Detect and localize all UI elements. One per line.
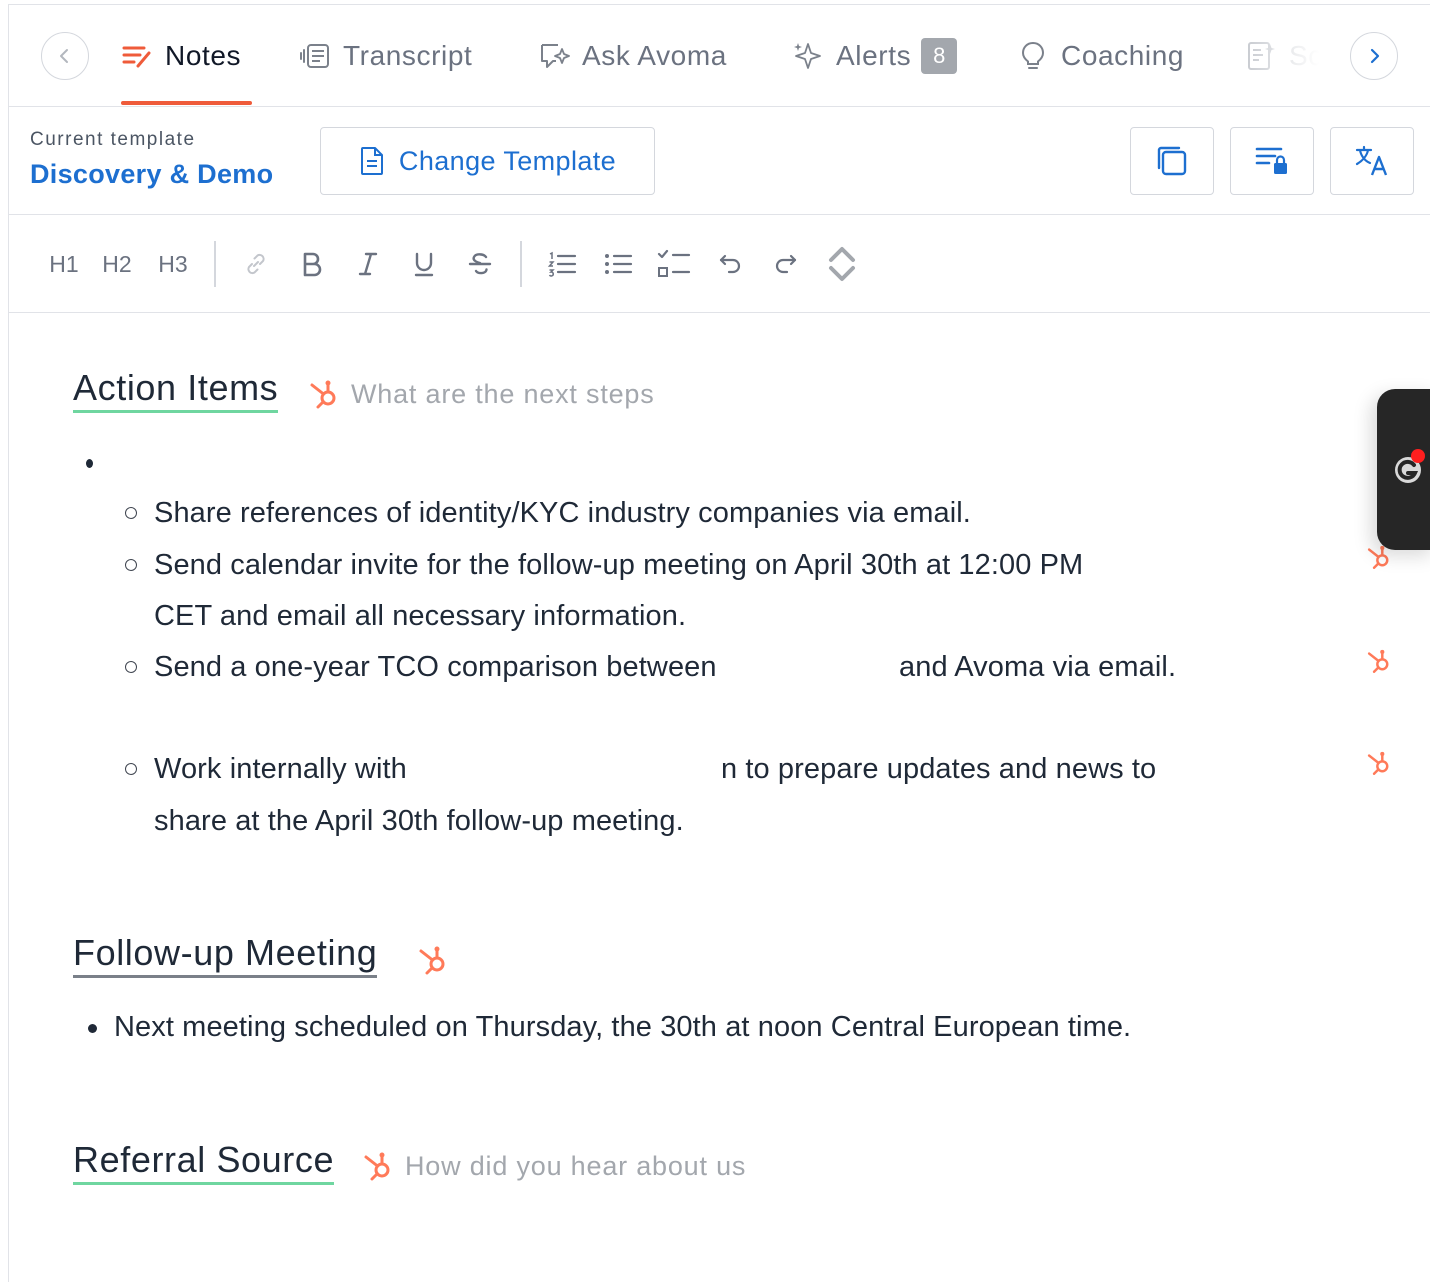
redo-icon <box>775 254 797 274</box>
referral-source-hint: How did you hear about us <box>405 1151 747 1181</box>
list-bullet <box>88 1024 97 1033</box>
action-item-3-part-2: and Avoma via email. <box>899 651 1177 683</box>
hubspot-icon <box>364 1152 390 1181</box>
expand-collapse-icon <box>829 247 855 281</box>
tabs-prev-button[interactable] <box>41 32 89 80</box>
tabs-fade-overlay <box>1239 25 1339 85</box>
list-bullet <box>125 507 137 519</box>
current-template-caption: Current template <box>30 129 196 150</box>
redo-button[interactable] <box>769 245 803 283</box>
notes-panel: Notes Transcript Ask Avoma Alerts 8 Coac… <box>8 4 1430 1282</box>
italic-button[interactable] <box>351 245 385 283</box>
lock-list-icon <box>1255 147 1287 174</box>
tab-notes[interactable]: Notes <box>121 29 241 83</box>
action-item-2-line-1: Send calendar invite for the follow-up m… <box>154 549 1084 581</box>
toolbar-divider <box>520 241 522 287</box>
current-template-name[interactable]: Discovery & Demo <box>30 159 273 190</box>
undo-button[interactable] <box>713 245 747 283</box>
action-item-1: Share references of identity/KYC industr… <box>154 497 971 529</box>
toolbar-divider <box>214 241 216 287</box>
action-item-3-part-1: Send a one-year TCO comparison between <box>154 651 717 683</box>
copy-notes-button[interactable] <box>1130 127 1214 195</box>
chevron-left-icon <box>60 49 68 63</box>
action-item-4-part-2: n to prepare updates and news to <box>721 753 1157 785</box>
sparkle-icon <box>792 40 824 72</box>
template-row: Current template Discovery & Demo Change… <box>9 107 1430 215</box>
heading-2-button[interactable]: H2 <box>99 245 135 283</box>
hubspot-icon <box>419 946 445 975</box>
bold-button[interactable] <box>295 245 329 283</box>
follow-up-item-1: Next meeting scheduled on Thursday, the … <box>114 1011 1132 1043</box>
tab-ask-avoma-label: Ask Avoma <box>582 40 727 71</box>
tab-alerts[interactable]: Alerts 8 <box>792 29 958 83</box>
list-bullet <box>125 661 137 673</box>
action-items-hint: What are the next steps <box>351 379 655 409</box>
tab-ask-avoma[interactable]: Ask Avoma <box>538 29 727 83</box>
chevron-right-icon <box>1370 48 1380 64</box>
transcript-icon <box>299 40 331 72</box>
ordered-list-icon <box>547 251 577 277</box>
translate-button[interactable] <box>1330 127 1414 195</box>
tab-coaching-label: Coaching <box>1061 40 1185 71</box>
checklist-button[interactable] <box>655 245 693 283</box>
document-icon <box>360 147 383 175</box>
tab-alerts-label: Alerts <box>836 40 912 71</box>
empty-bullet <box>86 459 93 468</box>
lightbulb-icon <box>1017 40 1049 72</box>
undo-icon <box>719 254 741 274</box>
section-heading-referral-source: Referral Source <box>73 1140 335 1185</box>
section-heading-action-items: Action Items <box>73 368 279 413</box>
hubspot-icon <box>310 380 336 409</box>
translate-icon <box>1355 145 1388 176</box>
link-button[interactable] <box>239 245 273 283</box>
editor-toolbar: H1 H2 H3 <box>9 215 1430 313</box>
alerts-count-badge: 8 <box>921 38 958 74</box>
underline-button[interactable] <box>407 245 441 283</box>
section-heading-follow-up-meeting: Follow-up Meeting <box>73 933 378 978</box>
hubspot-sync-icon[interactable] <box>1365 749 1393 777</box>
action-item-2-line-2: CET and email all necessary information. <box>154 600 687 632</box>
action-item-4-line-2: share at the April 30th follow-up meetin… <box>154 805 684 837</box>
italic-icon <box>358 252 378 276</box>
strikethrough-button[interactable] <box>463 245 497 283</box>
action-item-4-part-1: Work internally with <box>154 753 407 785</box>
heading-1-button[interactable]: H1 <box>47 245 81 283</box>
bold-icon <box>303 252 322 277</box>
private-notes-button[interactable] <box>1230 127 1314 195</box>
list-bullet <box>125 763 137 775</box>
change-template-button[interactable]: Change Template <box>320 127 655 195</box>
expand-collapse-button[interactable] <box>825 245 859 283</box>
tab-transcript-label: Transcript <box>343 40 473 71</box>
bullet-list-icon <box>605 254 633 274</box>
notification-dot <box>1411 449 1425 463</box>
heading-3-button[interactable]: H3 <box>155 245 191 283</box>
bullet-list-button[interactable] <box>600 245 636 283</box>
list-bullet <box>125 559 137 571</box>
ask-avoma-icon <box>538 40 570 72</box>
tab-notes-label: Notes <box>165 40 242 71</box>
strikethrough-icon <box>468 253 492 275</box>
notes-icon <box>121 40 153 72</box>
tab-coaching[interactable]: Coaching <box>1017 29 1184 83</box>
checklist-icon <box>657 249 691 277</box>
change-template-label: Change Template <box>398 145 617 176</box>
copy-icon <box>1157 146 1187 176</box>
tab-transcript[interactable]: Transcript <box>299 29 472 83</box>
grammar-assistant-widget[interactable] <box>1377 389 1430 550</box>
tabs-next-button[interactable] <box>1350 32 1398 80</box>
hubspot-sync-icon[interactable] <box>1365 647 1393 675</box>
link-icon <box>247 253 265 275</box>
active-tab-indicator <box>121 101 252 105</box>
ordered-list-button[interactable] <box>544 245 580 283</box>
tab-bar: Notes Transcript Ask Avoma Alerts 8 Coac… <box>9 5 1430 107</box>
notes-content[interactable]: Action Items What are the next steps Sha… <box>9 313 1430 1282</box>
underline-icon <box>414 252 434 277</box>
